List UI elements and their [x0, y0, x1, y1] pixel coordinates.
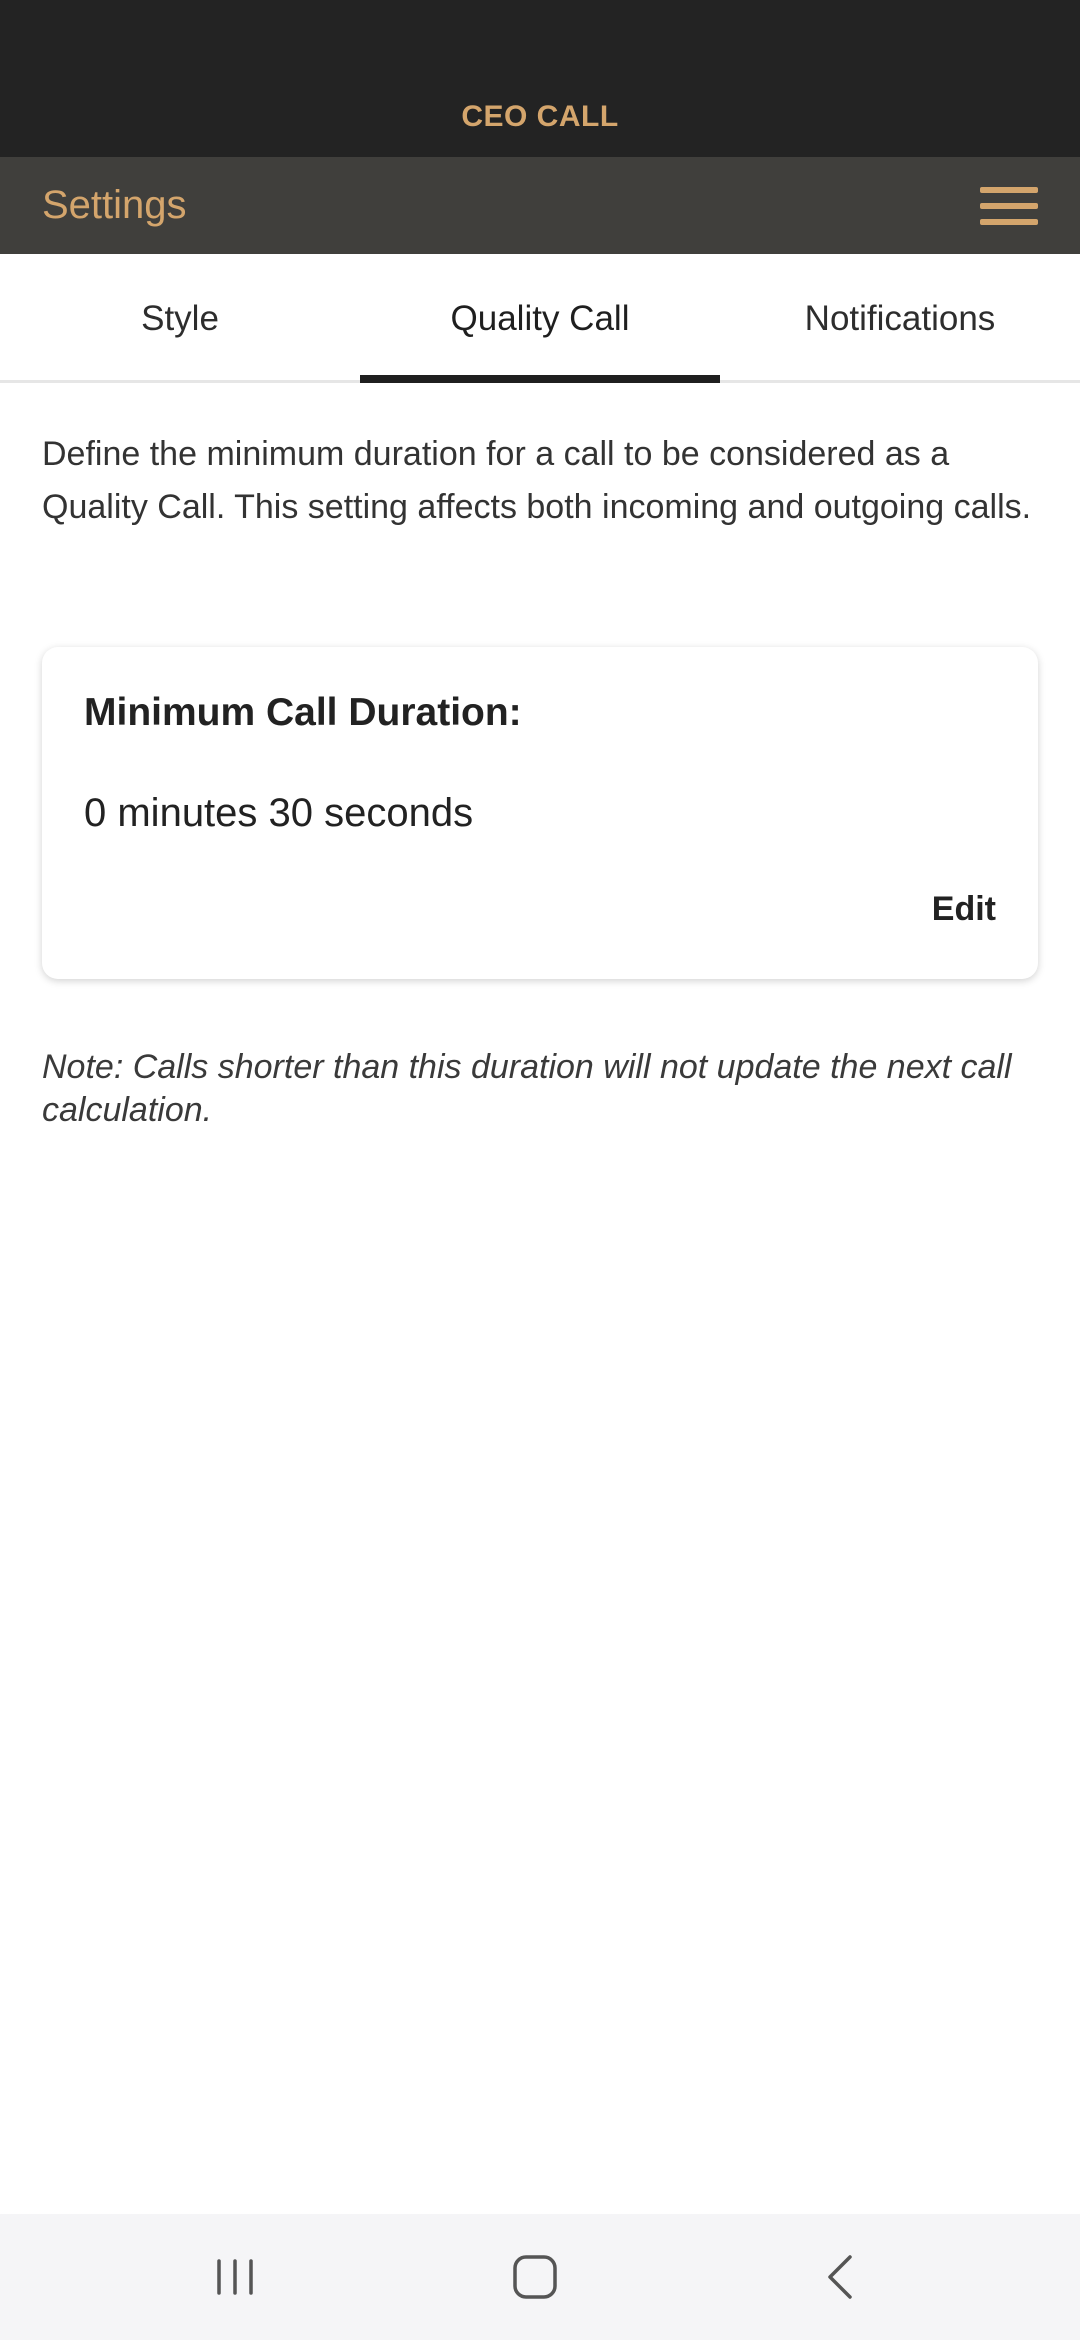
menu-line	[980, 219, 1038, 225]
tab-bar: Style Quality Call Notifications	[0, 254, 1080, 383]
back-button[interactable]	[750, 2214, 930, 2340]
home-button[interactable]	[445, 2214, 625, 2340]
duration-value: 0 minutes 30 seconds	[84, 791, 474, 835]
home-icon	[513, 2255, 557, 2299]
app-bar: Settings	[0, 157, 1080, 254]
page-title: Settings	[42, 183, 187, 227]
tab-quality-call[interactable]: Quality Call	[360, 254, 720, 380]
tab-notifications[interactable]: Notifications	[720, 254, 1080, 380]
status-bar: CEO CALL	[0, 0, 1080, 157]
recents-icon	[217, 2259, 253, 2295]
settings-description: Define the minimum duration for a call t…	[42, 435, 1032, 526]
recents-button[interactable]	[145, 2214, 325, 2340]
hamburger-menu-icon[interactable]	[980, 185, 1038, 227]
app-brand: CEO CALL	[461, 100, 619, 133]
edit-button[interactable]: Edit	[932, 890, 996, 929]
menu-line	[980, 187, 1038, 193]
tab-style[interactable]: Style	[0, 254, 360, 380]
note-text: Note: Calls shorter than this duration w…	[42, 1048, 1012, 1129]
card-title: Minimum Call Duration:	[84, 691, 522, 734]
menu-line	[980, 203, 1038, 209]
active-tab-indicator	[360, 375, 720, 383]
minimum-duration-card: Minimum Call Duration: 0 minutes 30 seco…	[42, 647, 1038, 979]
back-icon	[828, 2255, 852, 2299]
system-nav-bar	[0, 2214, 1080, 2340]
